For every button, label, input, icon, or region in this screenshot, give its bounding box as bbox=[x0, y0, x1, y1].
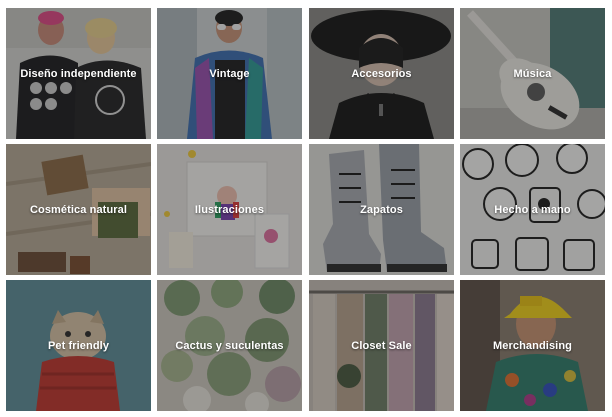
category-tile-cosmetica-natural[interactable]: Cosmética natural bbox=[6, 144, 151, 275]
category-tile-diseno-independiente[interactable]: Diseño independiente bbox=[6, 8, 151, 139]
category-label: Accesorios bbox=[351, 67, 412, 80]
category-tile-vintage[interactable]: Vintage bbox=[157, 8, 302, 139]
category-label: Diseño independiente bbox=[20, 67, 137, 80]
category-tile-pet-friendly[interactable]: Pet friendly bbox=[6, 280, 151, 411]
category-tile-hecho-a-mano[interactable]: Hecho a mano bbox=[460, 144, 605, 275]
category-grid: Diseño independiente Vintage Accesorios … bbox=[0, 0, 612, 417]
category-tile-cactus-y-suculentas[interactable]: Cactus y suculentas bbox=[157, 280, 302, 411]
category-label: Cosmética natural bbox=[29, 203, 128, 216]
category-label: Merchandising bbox=[493, 339, 572, 352]
category-label: Zapatos bbox=[360, 203, 403, 216]
category-label: Hecho a mano bbox=[494, 203, 571, 216]
category-tile-closet-sale[interactable]: Closet Sale bbox=[309, 280, 454, 411]
category-label: Closet Sale bbox=[351, 339, 412, 352]
category-label: Pet friendly bbox=[47, 339, 110, 352]
category-tile-ilustraciones[interactable]: Ilustraciones bbox=[157, 144, 302, 275]
category-tile-accesorios[interactable]: Accesorios bbox=[309, 8, 454, 139]
category-tile-merchandising[interactable]: Merchandising bbox=[460, 280, 605, 411]
category-label: Ilustraciones bbox=[194, 203, 265, 216]
category-tile-zapatos[interactable]: Zapatos bbox=[309, 144, 454, 275]
category-label: Vintage bbox=[209, 67, 250, 80]
category-tile-musica[interactable]: Música bbox=[460, 8, 605, 139]
category-label: Cactus y suculentas bbox=[175, 339, 284, 352]
category-label: Música bbox=[513, 67, 552, 80]
